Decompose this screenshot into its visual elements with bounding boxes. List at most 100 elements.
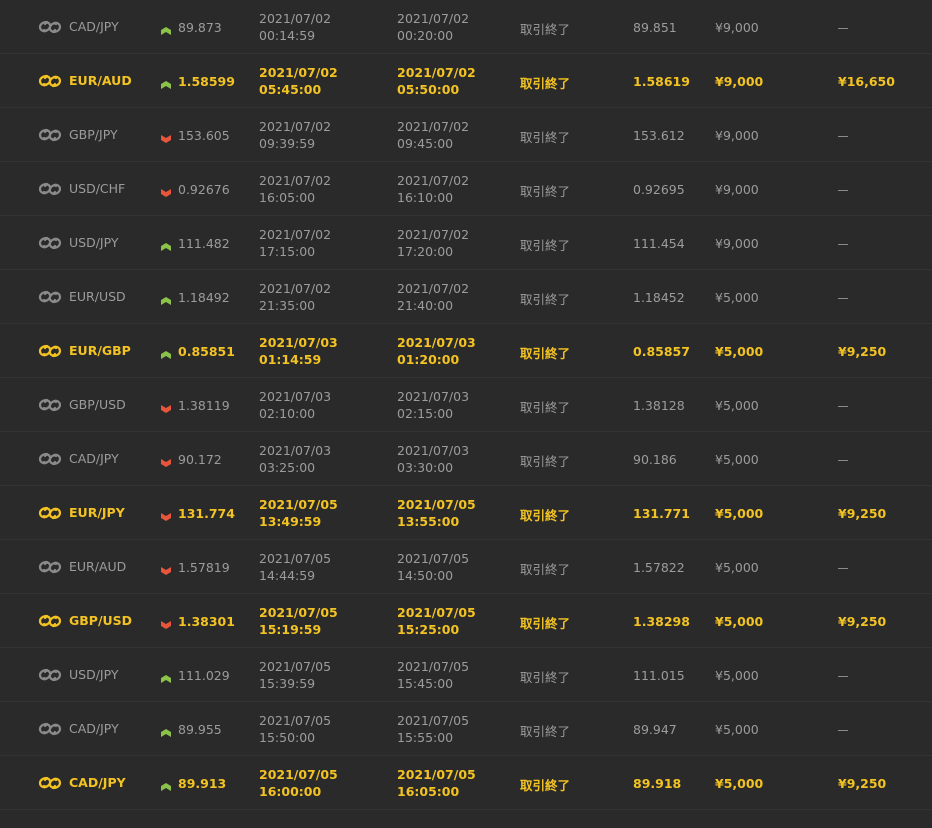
exchange-link-icon [38, 233, 62, 253]
arrow-down-icon [161, 563, 171, 575]
end-date: 2021/07/03 [397, 443, 470, 458]
start-datetime: 2021/07/05 15:39:59 [259, 658, 331, 692]
end-date: 2021/07/05 [397, 605, 476, 620]
purchase-amount: ¥5,000 [715, 506, 764, 521]
table-row[interactable]: CAD/JPY 89.913 2021/07/05 16:00:00 2021/… [0, 756, 932, 810]
end-datetime: 2021/07/03 01:20:00 [397, 334, 476, 368]
trade-history-table: CAD/JPY 89.873 2021/07/02 00:14:59 2021/… [0, 0, 932, 828]
status-text: 取引終了 [520, 778, 571, 793]
start-date: 2021/07/05 [259, 497, 338, 512]
status-text: 取引終了 [520, 616, 571, 631]
start-time: 14:44:59 [259, 568, 316, 583]
end-date: 2021/07/02 [397, 11, 470, 26]
start-date: 2021/07/03 [259, 335, 338, 350]
table-row[interactable]: USD/CHF 0.92676 2021/07/02 16:05:00 2021… [0, 162, 932, 216]
end-date: 2021/07/02 [397, 65, 476, 80]
start-date: 2021/07/03 [259, 443, 332, 458]
exchange-link-icon [38, 773, 62, 793]
arrow-up-icon [161, 293, 171, 305]
entry-rate: 0.85851 [178, 344, 235, 359]
end-time: 16:10:00 [397, 190, 454, 205]
arrow-up-icon [161, 23, 171, 35]
start-time: 00:14:59 [259, 28, 316, 43]
currency-pair: USD/JPY [69, 667, 119, 682]
purchase-amount: ¥5,000 [715, 560, 759, 575]
purchase-amount: ¥5,000 [715, 614, 764, 629]
payout-empty-dash [838, 28, 848, 29]
end-date: 2021/07/05 [397, 551, 470, 566]
entry-rate: 111.482 [178, 236, 230, 251]
end-time: 15:45:00 [397, 676, 454, 691]
exchange-link-icon [38, 17, 62, 37]
currency-pair: CAD/JPY [69, 775, 126, 790]
end-time: 14:50:00 [397, 568, 454, 583]
arrow-up-icon [161, 77, 171, 89]
table-row[interactable]: EUR/USD 1.18492 2021/07/02 21:35:00 2021… [0, 270, 932, 324]
end-datetime: 2021/07/02 09:45:00 [397, 118, 469, 152]
start-datetime: 2021/07/02 05:45:00 [259, 64, 338, 98]
close-rate: 89.918 [633, 776, 682, 791]
exchange-link-icon [38, 665, 62, 685]
currency-pair: CAD/JPY [69, 19, 119, 34]
start-datetime: 2021/07/05 15:50:00 [259, 712, 331, 746]
payout-empty-dash [838, 730, 848, 731]
purchase-amount: ¥9,000 [715, 128, 759, 143]
end-datetime: 2021/07/05 13:55:00 [397, 496, 476, 530]
table-row[interactable]: EUR/AUD 1.58599 2021/07/02 05:45:00 2021… [0, 54, 932, 108]
currency-pair: USD/JPY [69, 235, 119, 250]
start-time: 15:19:59 [259, 622, 322, 637]
entry-rate: 1.18492 [178, 290, 230, 305]
start-datetime: 2021/07/02 00:14:59 [259, 10, 331, 44]
status-text: 取引終了 [520, 292, 571, 307]
exchange-link-icon [38, 125, 62, 145]
end-datetime: 2021/07/05 15:25:00 [397, 604, 476, 638]
exchange-link-icon [38, 179, 62, 199]
end-datetime: 2021/07/05 15:55:00 [397, 712, 469, 746]
currency-pair: GBP/USD [69, 613, 133, 628]
start-date: 2021/07/05 [259, 767, 338, 782]
arrow-up-icon [161, 671, 171, 683]
end-datetime: 2021/07/03 03:30:00 [397, 442, 469, 476]
start-time: 02:10:00 [259, 406, 316, 421]
currency-pair: EUR/AUD [69, 559, 127, 574]
start-date: 2021/07/02 [259, 119, 332, 134]
table-row[interactable]: USD/JPY 111.482 2021/07/02 17:15:00 2021… [0, 216, 932, 270]
table-row[interactable]: GBP/USD 1.38301 2021/07/05 15:19:59 2021… [0, 594, 932, 648]
status-text: 取引終了 [520, 400, 571, 415]
payout-empty-dash [838, 568, 848, 569]
purchase-amount: ¥5,000 [715, 398, 759, 413]
table-row[interactable]: EUR/AUD 1.57819 2021/07/05 14:44:59 2021… [0, 540, 932, 594]
table-row[interactable]: GBP/USD 1.38119 2021/07/03 02:10:00 2021… [0, 378, 932, 432]
arrow-up-icon [161, 239, 171, 251]
status-text: 取引終了 [520, 184, 571, 199]
end-date: 2021/07/02 [397, 281, 470, 296]
entry-rate: 90.172 [178, 452, 222, 467]
payout-empty-dash [838, 244, 848, 245]
payout-empty-dash [838, 676, 848, 677]
start-datetime: 2021/07/05 16:00:00 [259, 766, 338, 800]
start-time: 13:49:59 [259, 514, 322, 529]
table-row[interactable]: USD/JPY 111.029 2021/07/05 15:39:59 2021… [0, 648, 932, 702]
close-rate: 1.38298 [633, 614, 690, 629]
table-row[interactable]: CAD/JPY 89.955 2021/07/05 15:50:00 2021/… [0, 702, 932, 756]
table-row[interactable]: EUR/JPY 131.774 2021/07/05 13:49:59 2021… [0, 486, 932, 540]
end-time: 00:20:00 [397, 28, 454, 43]
currency-pair: GBP/JPY [69, 127, 118, 142]
payout-amount: ¥9,250 [838, 776, 887, 791]
purchase-amount: ¥5,000 [715, 722, 759, 737]
table-row[interactable]: CAD/JPY 90.172 2021/07/03 03:25:00 2021/… [0, 432, 932, 486]
end-date: 2021/07/05 [397, 767, 476, 782]
entry-rate: 1.57819 [178, 560, 230, 575]
close-rate: 89.851 [633, 20, 677, 35]
table-row[interactable]: GBP/JPY 153.605 2021/07/02 09:39:59 2021… [0, 108, 932, 162]
purchase-amount: ¥9,000 [715, 20, 759, 35]
entry-rate: 1.38119 [178, 398, 230, 413]
end-datetime: 2021/07/05 14:50:00 [397, 550, 469, 584]
close-rate: 1.58619 [633, 74, 690, 89]
end-time: 03:30:00 [397, 460, 454, 475]
start-datetime: 2021/07/02 16:05:00 [259, 172, 331, 206]
end-date: 2021/07/05 [397, 659, 470, 674]
table-row[interactable]: EUR/GBP 0.85851 2021/07/03 01:14:59 2021… [0, 324, 932, 378]
currency-pair: EUR/USD [69, 289, 126, 304]
table-row[interactable]: CAD/JPY 89.873 2021/07/02 00:14:59 2021/… [0, 0, 932, 54]
